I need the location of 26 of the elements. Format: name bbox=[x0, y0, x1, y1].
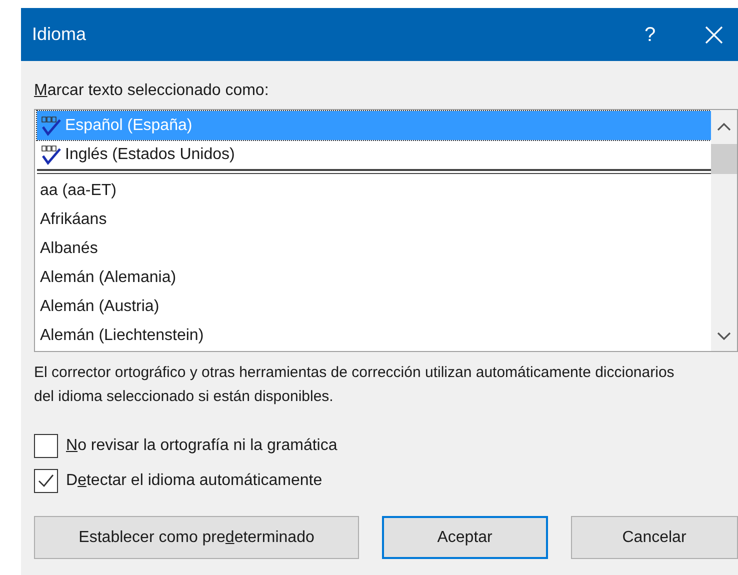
checkbox[interactable] bbox=[34, 469, 58, 493]
dialog-button[interactable]: Establecer como predeterminado bbox=[34, 516, 360, 559]
checkbox-label: No revisar la ortografía ni la gramática bbox=[66, 436, 338, 456]
scrollbar-thumb[interactable] bbox=[711, 144, 737, 174]
language-item[interactable]: Albanés bbox=[37, 234, 711, 263]
scroll-up-icon[interactable] bbox=[717, 122, 731, 132]
scrollbar[interactable] bbox=[711, 110, 737, 351]
description-text: El corrector ortográfico y otras herramientas de corrección utilizan automáticamente diccionarios del idioma seleccionado si están disponibles. bbox=[34, 363, 676, 407]
list-label: Marcar texto seleccionado como: bbox=[34, 81, 269, 101]
spellcheck-icon bbox=[40, 116, 62, 136]
close-icon bbox=[705, 26, 723, 44]
language-item[interactable]: Alemán (Alemania) bbox=[37, 263, 711, 292]
language-item[interactable]: aa (aa-ET) bbox=[37, 176, 711, 205]
check-icon bbox=[38, 474, 54, 488]
language-item[interactable]: Alemán (Austria) bbox=[37, 292, 711, 321]
language-item[interactable]: Afrikáans bbox=[37, 205, 711, 234]
help-button[interactable]: ? bbox=[630, 14, 670, 54]
scroll-down-icon[interactable] bbox=[717, 331, 731, 341]
spellcheck-icon bbox=[40, 144, 62, 164]
language-item[interactable]: Alemán (Liechtenstein) bbox=[37, 321, 711, 350]
dialog-button[interactable]: Aceptar bbox=[382, 516, 548, 559]
checkbox[interactable] bbox=[34, 434, 58, 458]
dialog-button[interactable]: Cancelar bbox=[570, 516, 738, 559]
window-title: Idioma bbox=[32, 23, 88, 46]
language-item[interactable]: Inglés (Estados Unidos) bbox=[37, 140, 711, 169]
checkbox-label: Detectar el idioma automáticamente bbox=[66, 471, 322, 491]
